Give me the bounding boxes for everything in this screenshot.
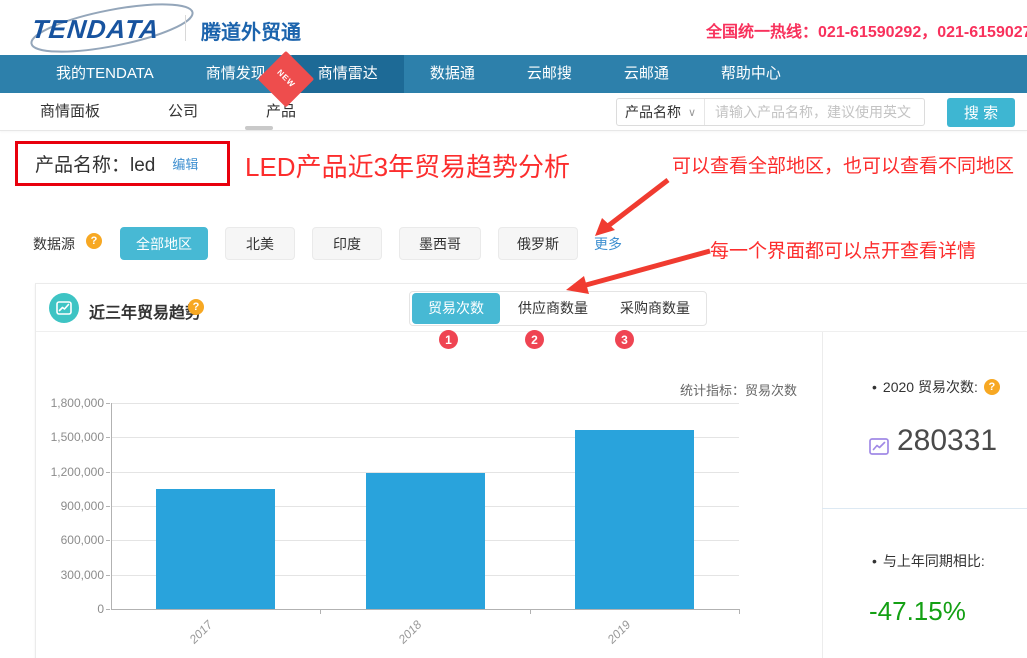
search-field-label: 产品名称 <box>625 102 681 122</box>
datasource-label: 数据源 <box>33 234 75 254</box>
search-input[interactable] <box>705 104 924 120</box>
annotation-note-regions: 可以查看全部地区，也可以查看不同地区 <box>672 151 1014 178</box>
main-nav: 我的TENDATA商情发现NEW商情雷达数据通云邮搜云邮通帮助中心 <box>0 55 1027 93</box>
stat-compare-label: 与上年同期相比: <box>883 551 985 571</box>
brand-name: 腾道外贸通 <box>201 16 301 45</box>
y-axis-tick <box>106 540 110 541</box>
stat-2020-value: 280331 <box>897 424 997 458</box>
search-button[interactable]: 搜 索 <box>947 98 1015 127</box>
product-search-box: 产品名称 ∨ <box>616 98 925 126</box>
stat-help-icon[interactable]: ? <box>984 379 1000 395</box>
nav-item-3[interactable]: 数据通 <box>404 55 501 93</box>
subnav-item-1[interactable]: 公司 <box>168 93 198 130</box>
region-button-4[interactable]: 俄罗斯 <box>498 227 578 260</box>
stat-2020-value-row: 280331 <box>868 424 997 458</box>
y-tick-label: 0 <box>38 602 104 616</box>
chart-panel-icon <box>49 293 79 323</box>
stat-compare-value: -47.15% <box>869 596 966 627</box>
bar-2017[interactable] <box>156 489 275 609</box>
nav-item-0[interactable]: 我的TENDATA <box>30 55 180 93</box>
subnav-item-0[interactable]: 商情面板 <box>40 93 100 130</box>
y-axis-line <box>111 403 112 609</box>
y-axis-tick <box>106 575 110 576</box>
y-tick-label: 1,800,000 <box>38 396 104 410</box>
product-name-label: 产品名称： <box>35 155 130 176</box>
card-header: 近三年贸易趋势 ? 贸易次数供应商数量采购商数量 <box>36 284 1027 332</box>
step-badge-2: 2 <box>525 330 544 349</box>
step-badge-3: 3 <box>615 330 634 349</box>
product-name-text: 产品名称：led <box>35 150 155 177</box>
x-axis-tick <box>739 609 740 614</box>
tab-1[interactable]: 供应商数量 <box>502 293 604 324</box>
more-regions-link[interactable]: 更多 <box>594 234 622 254</box>
annotation-note-detail: 每一个界面都可以点开查看详情 <box>710 236 976 263</box>
panel-title: 近三年贸易趋势 <box>89 299 201 323</box>
vertical-divider <box>822 332 823 658</box>
y-tick-label: 300,000 <box>38 568 104 582</box>
stats-divider <box>822 508 1027 509</box>
bar-2019[interactable] <box>575 430 694 609</box>
search-field-selector[interactable]: 产品名称 ∨ <box>617 99 705 125</box>
tab-0[interactable]: 贸易次数 <box>412 293 500 324</box>
nav-item-5[interactable]: 云邮通 <box>598 55 695 93</box>
horizontal-scrollbar-thumb[interactable] <box>245 126 273 130</box>
y-tick-label: 900,000 <box>38 499 104 513</box>
region-button-0[interactable]: 全部地区 <box>120 227 208 260</box>
page: TENDATA 腾道外贸通 全国统一热线：021-61590292，021-61… <box>0 0 1027 658</box>
region-button-3[interactable]: 墨西哥 <box>399 227 481 260</box>
logo-divider <box>185 15 186 41</box>
product-name-value: led <box>130 155 155 176</box>
x-tick-label: 2019 <box>597 609 642 654</box>
y-axis-tick <box>106 609 110 610</box>
stat-compare-row: • 与上年同期相比: <box>872 551 985 571</box>
sub-nav-items: 商情面板公司产品 <box>40 93 364 130</box>
y-tick-label: 1,500,000 <box>38 430 104 444</box>
hotline-label: 全国统一热线： <box>706 24 818 41</box>
x-tick-label: 2018 <box>387 609 432 654</box>
region-button-1[interactable]: 北美 <box>225 227 295 260</box>
nav-item-1[interactable]: 商情发现NEW <box>180 55 292 93</box>
x-tick-label: 2017 <box>178 609 223 654</box>
hotline: 全国统一热线：021-61590292，021-61590275 <box>706 18 1027 42</box>
metric-tab-group: 贸易次数供应商数量采购商数量 <box>409 291 707 326</box>
y-axis-tick <box>106 472 110 473</box>
edit-link[interactable]: 编辑 <box>172 154 198 173</box>
nav-item-4[interactable]: 云邮搜 <box>501 55 598 93</box>
bullet-icon: • <box>872 553 877 569</box>
annotation-title: LED产品近3年贸易趋势分析 <box>245 147 570 184</box>
tab-2[interactable]: 采购商数量 <box>604 293 706 324</box>
bar-2018[interactable] <box>366 473 485 609</box>
gridline <box>111 609 739 610</box>
y-axis-tick <box>106 403 110 404</box>
trend-chart-icon <box>868 434 890 458</box>
product-name-highlight-box: 产品名称：led 编辑 <box>15 141 230 186</box>
stat-indicator-label: 统计指标：贸易次数 <box>680 380 797 399</box>
x-axis-tick <box>320 609 321 614</box>
panel-help-icon[interactable]: ? <box>188 299 204 315</box>
logo-text: TENDATA <box>30 14 161 45</box>
nav-item-6[interactable]: 帮助中心 <box>695 55 807 93</box>
gridline <box>111 403 739 404</box>
arrow-to-more-icon <box>595 180 668 236</box>
region-filter-group: 全部地区北美印度墨西哥俄罗斯 <box>120 227 578 260</box>
tendata-logo[interactable]: TENDATA <box>30 11 190 47</box>
trade-trend-card: 近三年贸易趋势 ? 贸易次数供应商数量采购商数量 统计指标：贸易次数 1,800… <box>35 283 1027 658</box>
chevron-down-icon: ∨ <box>688 106 696 119</box>
step-badge-1: 1 <box>439 330 458 349</box>
y-tick-label: 1,200,000 <box>38 465 104 479</box>
datasource-help-icon[interactable]: ? <box>86 233 102 249</box>
top-header: TENDATA 腾道外贸通 全国统一热线：021-61590292，021-61… <box>0 0 1027 55</box>
y-tick-label: 600,000 <box>38 533 104 547</box>
stat-2020-row: • 2020 贸易次数: ? <box>872 377 1000 397</box>
y-axis-tick <box>106 437 110 438</box>
bullet-icon: • <box>872 379 877 395</box>
y-axis-tick <box>106 506 110 507</box>
sub-nav: 商情面板公司产品 产品名称 ∨ 搜 索 <box>0 93 1027 131</box>
region-button-2[interactable]: 印度 <box>312 227 382 260</box>
x-axis-tick <box>530 609 531 614</box>
hotline-numbers: 021-61590292，021-61590275 <box>818 24 1027 41</box>
stat-2020-label: 2020 贸易次数: <box>883 377 978 397</box>
